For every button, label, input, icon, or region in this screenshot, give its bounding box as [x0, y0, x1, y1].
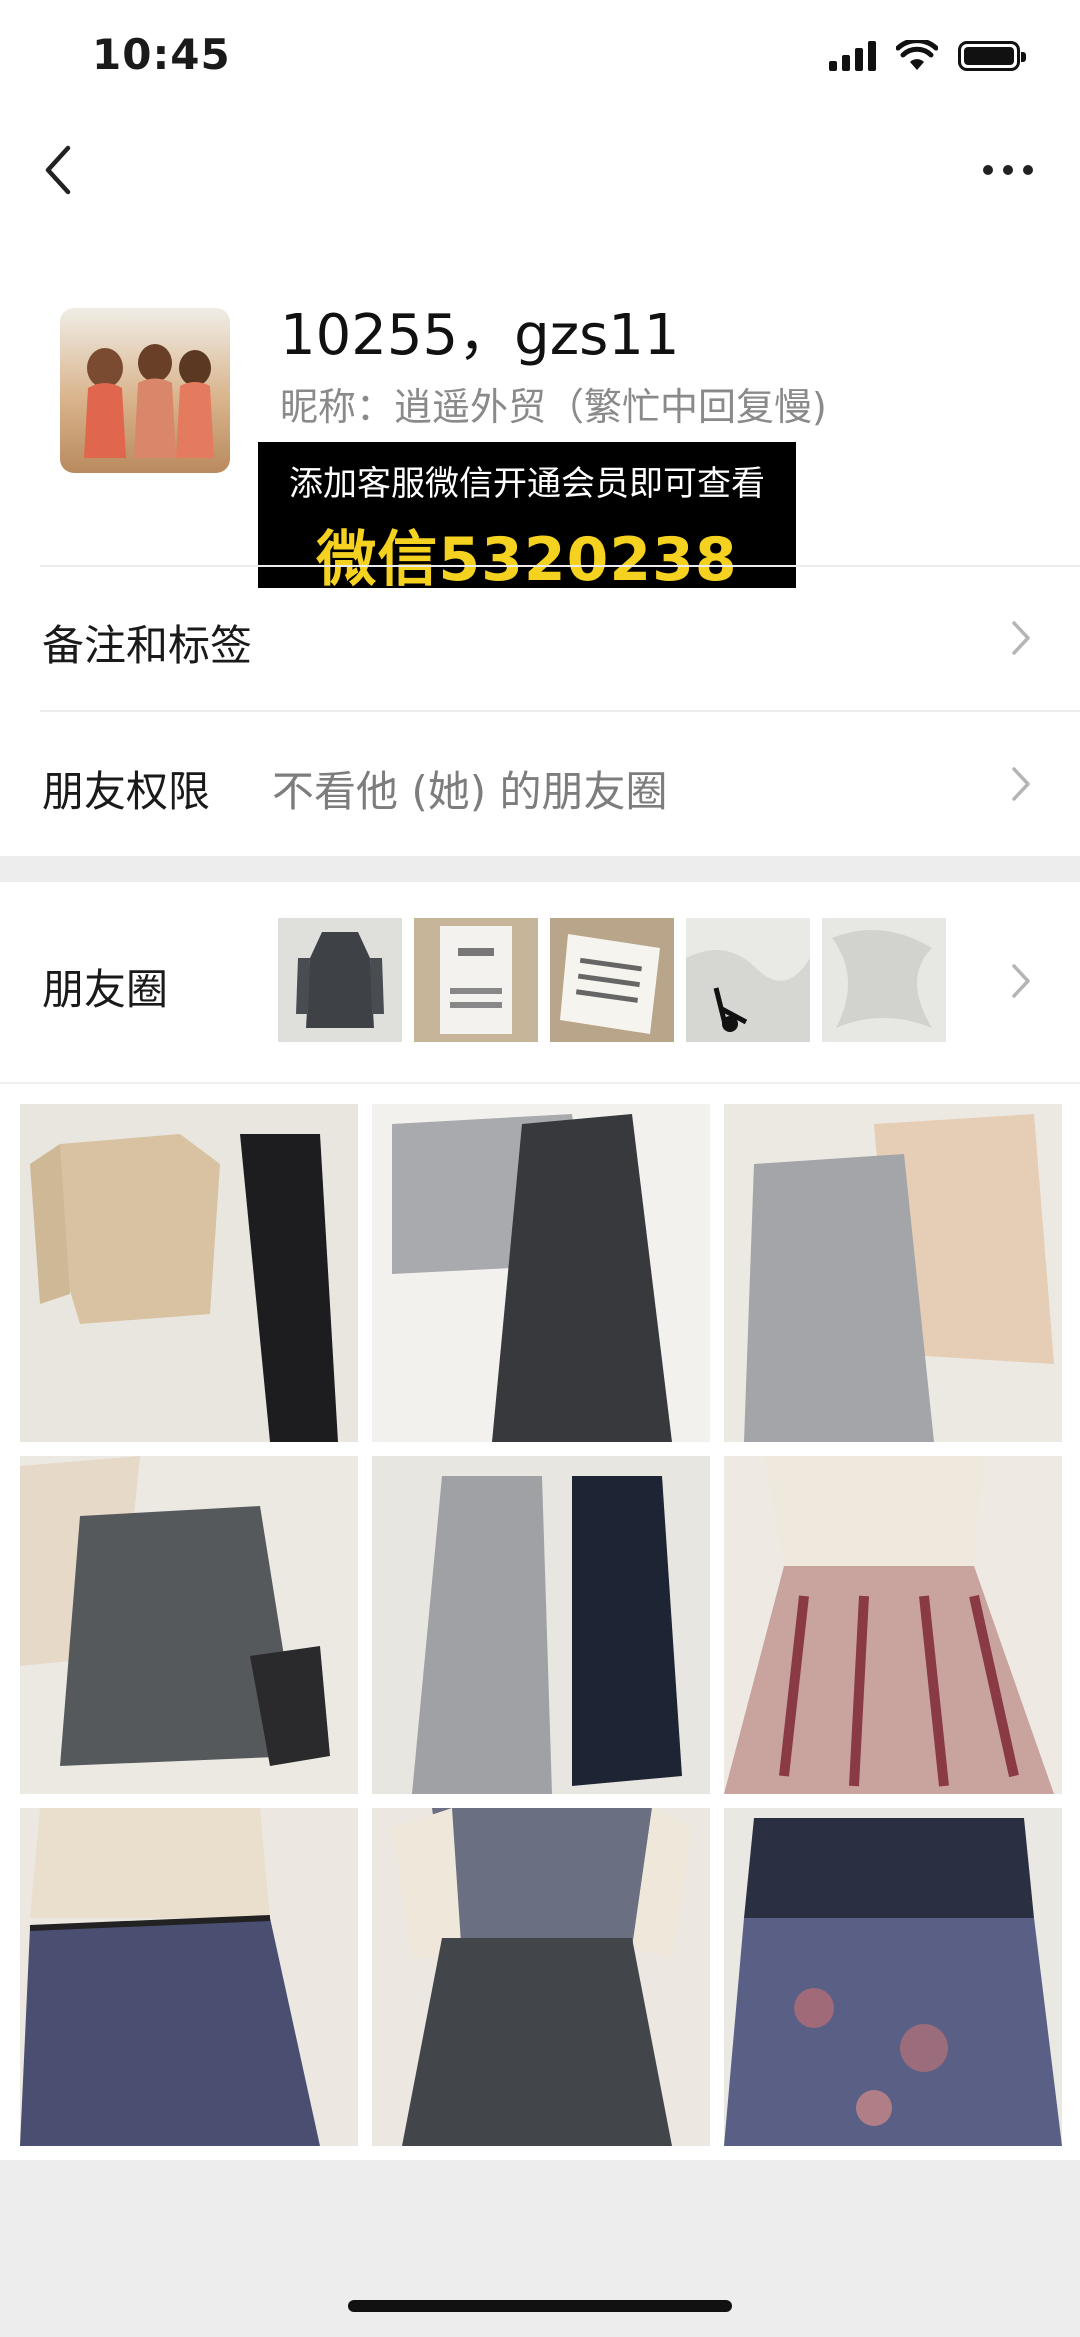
photo-grey-vest-dress[interactable] — [372, 1456, 710, 1794]
overlay-line-1: 添加客服微信开通会员即可查看 — [289, 464, 765, 504]
moments-label: 朋友圈 — [42, 965, 169, 1014]
permission-label: 朋友权限 — [42, 767, 211, 816]
battery-icon — [958, 41, 1026, 71]
profile-id: 10255，gzs11 — [280, 303, 680, 368]
chevron-right-icon — [1012, 767, 1030, 801]
wifi-icon — [896, 40, 938, 70]
photo-beige-jacket-black-pants[interactable] — [20, 1104, 358, 1442]
divider — [0, 1082, 1080, 1084]
moments-thumbnail-tag — [550, 918, 674, 1042]
photo-grey-feather-sweater[interactable] — [20, 1456, 358, 1794]
more-dots-icon[interactable] — [980, 152, 1036, 188]
chevron-right-icon — [1012, 964, 1030, 998]
moments-photo-grid — [20, 1104, 1066, 2146]
permission-value: 不看他 (她) 的朋友圈 — [272, 767, 668, 816]
section-gap — [0, 856, 1080, 882]
status-bar: 10:45 — [0, 0, 1080, 110]
photo-grey-knit-top-skirt[interactable] — [372, 1104, 710, 1442]
photo-grey-vest-pleated-skirt[interactable] — [372, 1808, 710, 2146]
photo-pleated-print-dress[interactable] — [724, 1456, 1062, 1794]
moments-thumbnail-fabric — [686, 918, 810, 1042]
avatar[interactable] — [60, 308, 230, 473]
photo-navy-jacket-floral-skirt[interactable] — [724, 1808, 1062, 2146]
profile-nickname: 昵称：逍遥外贸（繁忙中回复慢) — [280, 385, 827, 429]
home-indicator[interactable] — [348, 2300, 732, 2312]
moments-thumbnail-coat — [278, 918, 402, 1042]
back-chevron-icon[interactable] — [36, 140, 80, 200]
moments-thumbnail-fabric-2 — [822, 918, 946, 1042]
moments-thumbnail-label — [414, 918, 538, 1042]
remarks-and-tags-row[interactable]: 备注和标签 — [0, 567, 1080, 710]
photo-grey-cardigan-set[interactable] — [724, 1104, 1062, 1442]
photo-cream-top-tulle-skirt[interactable] — [20, 1808, 358, 2146]
status-time: 10:45 — [92, 30, 231, 79]
friend-permission-row[interactable]: 朋友权限 不看他 (她) 的朋友圈 — [0, 712, 1080, 856]
status-icons — [829, 40, 1026, 72]
chevron-right-icon — [1012, 621, 1030, 655]
moments-thumbnails — [278, 918, 946, 1042]
remarks-label: 备注和标签 — [42, 621, 253, 670]
cellular-signal-icon — [829, 41, 876, 71]
